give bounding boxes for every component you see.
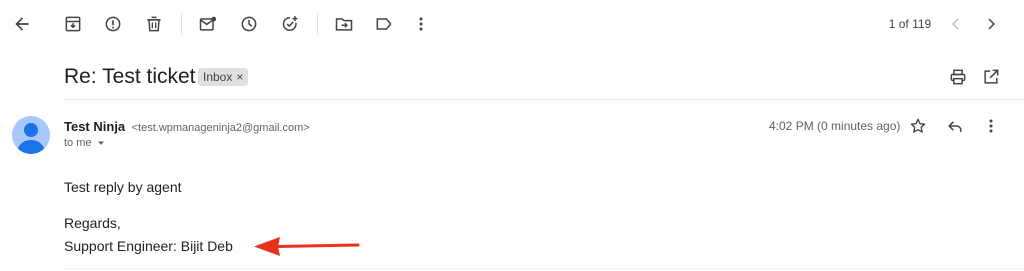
sender-email: <test.wpmanageninja2@gmail.com>: [131, 122, 310, 134]
body-line-1: Test reply by agent: [64, 179, 182, 195]
more-vert-icon[interactable]: [979, 114, 1003, 138]
recipient-toggle[interactable]: to me: [64, 137, 106, 149]
add-task-icon[interactable]: [278, 12, 302, 36]
more-vert-icon[interactable]: [409, 12, 433, 36]
avatar-person-icon: [17, 123, 45, 154]
annotation-arrow: [254, 237, 360, 256]
chevron-right-icon[interactable]: [979, 12, 1003, 36]
reply-icon[interactable]: [943, 114, 967, 138]
footer-divider: [64, 268, 1024, 269]
sender-line: Test Ninja <test.wpmanageninja2@gmail.co…: [64, 118, 310, 136]
sender-name[interactable]: Test Ninja: [64, 119, 125, 134]
move-to-icon[interactable]: [332, 12, 356, 36]
archive-icon[interactable]: [61, 12, 85, 36]
label-icon[interactable]: [372, 12, 396, 36]
back-arrow-icon[interactable]: [10, 12, 34, 36]
star-icon[interactable]: [906, 114, 930, 138]
avatar[interactable]: [12, 116, 50, 154]
recipient-text: to me: [64, 137, 92, 149]
snooze-icon[interactable]: [237, 12, 261, 36]
message-time: 4:02 PM (0 minutes ago): [769, 119, 901, 133]
toolbar-divider: [181, 14, 182, 34]
remove-label-button[interactable]: ×: [236, 70, 243, 84]
dropdown-caret-icon[interactable]: [96, 138, 106, 148]
print-icon[interactable]: [946, 65, 970, 89]
header-divider: [64, 99, 1024, 100]
chevron-left-icon[interactable]: [944, 12, 968, 36]
body-line-2: Regards,: [64, 215, 121, 231]
report-spam-icon[interactable]: [101, 12, 125, 36]
subject-title: Re: Test ticket: [64, 65, 196, 88]
delete-icon[interactable]: [142, 12, 166, 36]
mark-unread-icon[interactable]: [196, 12, 220, 36]
label-chip-inbox[interactable]: Inbox ×: [198, 68, 249, 86]
pager-text: 1 of 119: [888, 17, 932, 31]
body-line-3: Support Engineer: Bijit Deb: [64, 238, 233, 254]
toolbar-divider: [317, 14, 318, 34]
label-chip-text: Inbox: [203, 70, 233, 84]
open-new-window-icon[interactable]: [979, 65, 1003, 89]
